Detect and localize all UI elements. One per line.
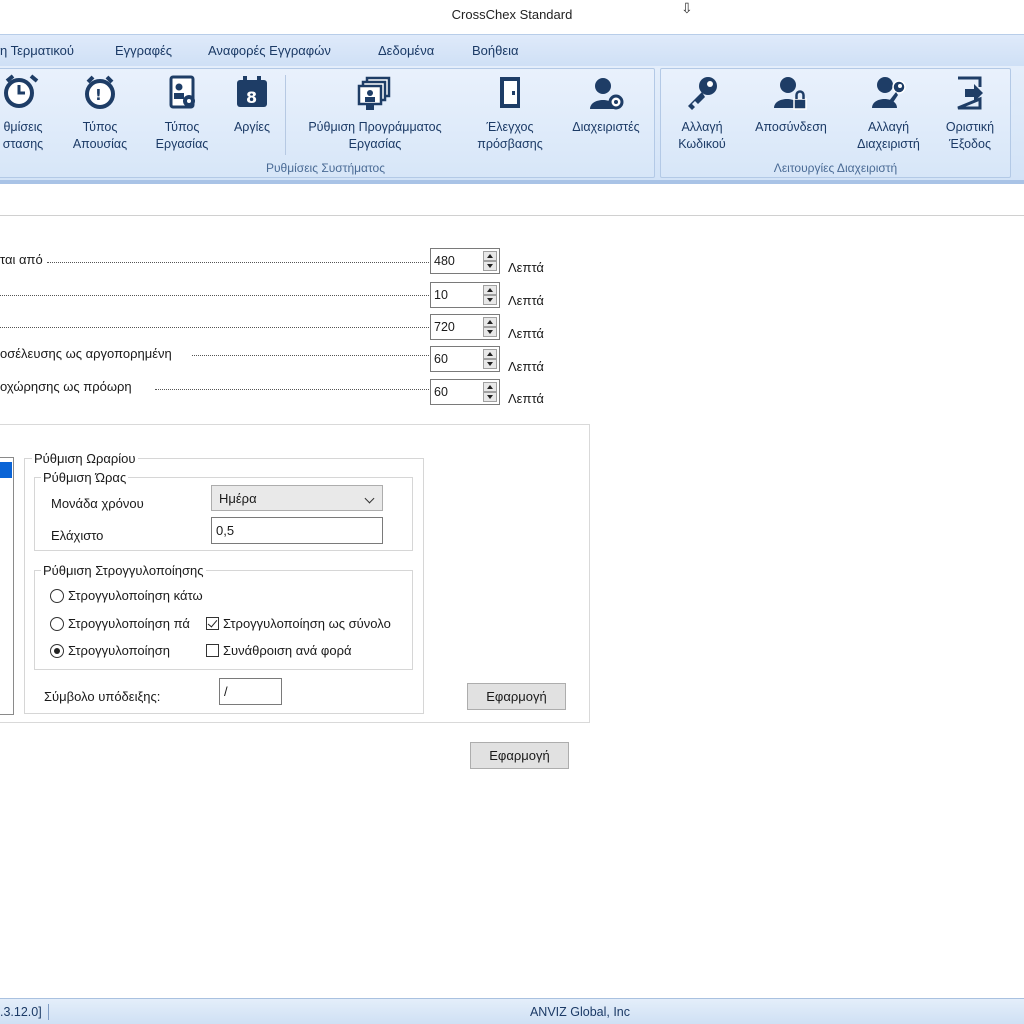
spin-up-button[interactable] bbox=[483, 285, 497, 295]
attendance-settings-button[interactable]: θμίσεις στασης bbox=[0, 73, 53, 153]
row3-spinner[interactable]: 720 bbox=[430, 314, 500, 340]
company-label: ANVIZ Global, Inc bbox=[529, 1005, 631, 1019]
absence-clock-icon: ! bbox=[85, 75, 115, 109]
system-settings-group-label: Ρυθμίσεις Συστήματος bbox=[265, 161, 386, 175]
admin-functions-group: Λειτουργίες Διαχειριστή Αλλαγή Κωδικού Α… bbox=[660, 68, 1011, 178]
spin-up-button[interactable] bbox=[483, 251, 497, 261]
apply-schedule-button[interactable]: Εφαρμογή bbox=[467, 683, 566, 710]
round-as-total-checkbox[interactable] bbox=[206, 617, 219, 630]
menu-help[interactable]: Βοήθεια bbox=[472, 43, 519, 58]
row1-label: ται από bbox=[0, 252, 43, 267]
list-item-selected[interactable] bbox=[0, 462, 12, 478]
apply-button[interactable]: Εφαρμογή bbox=[470, 742, 569, 769]
row5-label: οχώρησης ως πρόωρη bbox=[0, 379, 132, 394]
svg-text:8: 8 bbox=[246, 88, 257, 107]
schedule-icon bbox=[357, 76, 391, 110]
work-type-badge-icon bbox=[169, 75, 195, 109]
menu-terminal[interactable]: η Τερματικού bbox=[0, 43, 74, 58]
ribbon-separator bbox=[285, 75, 286, 155]
row5-unit: Λεπτά bbox=[508, 391, 544, 406]
user-lock-icon bbox=[774, 77, 807, 110]
shift-listbox[interactable] bbox=[0, 457, 14, 715]
row5-spinner[interactable]: 60 bbox=[430, 379, 500, 405]
spin-down-button[interactable] bbox=[483, 327, 497, 337]
logout-button[interactable]: Αποσύνδεση bbox=[746, 73, 836, 136]
final-exit-button[interactable]: Οριστική Έξοδος bbox=[935, 73, 1005, 153]
content-divider bbox=[0, 215, 1024, 216]
row4-unit: Λεπτά bbox=[508, 359, 544, 374]
menu-records[interactable]: Εγγραφές bbox=[115, 43, 172, 58]
menu-bar: η Τερματικού Εγγραφές Αναφορές Εγγραφών … bbox=[0, 34, 1024, 66]
admin-functions-group-label: Λειτουργίες Διαχειριστή bbox=[773, 161, 898, 175]
user-key-icon bbox=[871, 77, 906, 108]
round-radio[interactable] bbox=[50, 644, 64, 658]
aggregate-per-time-checkbox[interactable] bbox=[206, 644, 219, 657]
round-down-radio[interactable] bbox=[50, 589, 64, 603]
system-settings-group: Ρυθμίσεις Συστήματος θμίσεις στασης ! Τύ… bbox=[0, 68, 655, 178]
row1-spinner[interactable]: 480 bbox=[430, 248, 500, 274]
work-schedule-button[interactable]: Ρύθμιση Προγράμματος Εργασίας bbox=[295, 73, 455, 153]
change-password-button[interactable]: Αλλαγή Κωδικού bbox=[667, 73, 737, 153]
menu-record-reports[interactable]: Αναφορές Εγγραφών bbox=[208, 43, 331, 58]
row4-label: οσέλευσης ως αργοπορημένη bbox=[0, 346, 172, 361]
row5-leader bbox=[155, 389, 429, 390]
ribbon: Ρυθμίσεις Συστήματος θμίσεις στασης ! Τύ… bbox=[0, 66, 1024, 184]
round-up-label: Στρογγυλοποίηση πά bbox=[68, 616, 204, 631]
key-icon bbox=[688, 77, 717, 110]
title-bar: CrossChex Standard ⇩ bbox=[0, 0, 1024, 34]
spin-down-button[interactable] bbox=[483, 359, 497, 369]
row1-leader bbox=[47, 262, 429, 263]
round-up-radio[interactable] bbox=[50, 617, 64, 631]
spin-up-button[interactable] bbox=[483, 382, 497, 392]
cursor-icon: ⇩ bbox=[681, 0, 693, 16]
indicator-symbol-label: Σύμβολο υπόδειξης: bbox=[44, 689, 161, 704]
row4-leader bbox=[192, 355, 429, 356]
row3-leader bbox=[0, 327, 429, 328]
door-icon bbox=[500, 77, 520, 108]
window-title: CrossChex Standard bbox=[451, 7, 573, 22]
absence-type-button[interactable]: ! Τύπος Απουσίας bbox=[65, 73, 135, 153]
time-settings-legend: Ρύθμιση Ώρας bbox=[41, 470, 129, 485]
time-unit-select[interactable]: Ημέρα bbox=[211, 485, 383, 511]
holidays-button[interactable]: 8 Αργίες bbox=[222, 73, 282, 136]
status-bar: .3.12.0] ANVIZ Global, Inc bbox=[0, 998, 1024, 1024]
alarm-clock-icon bbox=[4, 74, 39, 108]
svg-text:!: ! bbox=[95, 86, 102, 104]
row1-unit: Λεπτά bbox=[508, 260, 544, 275]
minimum-input[interactable]: 0,5 bbox=[211, 517, 383, 544]
spin-up-button[interactable] bbox=[483, 349, 497, 359]
minimum-label: Ελάχιστο bbox=[51, 528, 104, 543]
schedule-settings-legend: Ρύθμιση Ωραρίου bbox=[32, 451, 138, 466]
indicator-symbol-input[interactable]: / bbox=[219, 678, 282, 705]
row3-unit: Λεπτά bbox=[508, 326, 544, 341]
round-label: Στρογγυλοποίηση bbox=[68, 643, 171, 658]
row2-spinner[interactable]: 10 bbox=[430, 282, 500, 308]
access-control-button[interactable]: Έλεγχος πρόσβασης bbox=[470, 73, 550, 153]
calendar-icon: 8 bbox=[237, 76, 267, 107]
round-down-label: Στρογγυλοποίηση κάτω bbox=[68, 588, 203, 603]
round-as-total-label: Στρογγυλοποίηση ως σύνολο bbox=[223, 616, 391, 631]
rounding-settings-legend: Ρύθμιση Στρογγυλοποίησης bbox=[41, 563, 206, 578]
chevron-down-icon bbox=[364, 493, 375, 504]
work-type-button[interactable]: Τύπος Εργασίας bbox=[147, 73, 217, 153]
menu-data[interactable]: Δεδομένα bbox=[378, 43, 434, 58]
administrators-button[interactable]: Διαχειριστές bbox=[564, 73, 648, 136]
spin-up-button[interactable] bbox=[483, 317, 497, 327]
row2-leader bbox=[0, 295, 429, 296]
admin-gear-icon bbox=[590, 78, 624, 110]
time-unit-label: Μονάδα χρόνου bbox=[51, 496, 144, 511]
aggregate-per-time-label: Συνάθροιση ανά φορά bbox=[223, 643, 352, 658]
row2-unit: Λεπτά bbox=[508, 293, 544, 308]
change-admin-button[interactable]: Αλλαγή Διαχειριστή bbox=[846, 73, 931, 153]
spin-down-button[interactable] bbox=[483, 392, 497, 402]
exit-icon bbox=[957, 76, 983, 110]
spin-down-button[interactable] bbox=[483, 295, 497, 305]
row4-spinner[interactable]: 60 bbox=[430, 346, 500, 372]
spin-down-button[interactable] bbox=[483, 261, 497, 271]
